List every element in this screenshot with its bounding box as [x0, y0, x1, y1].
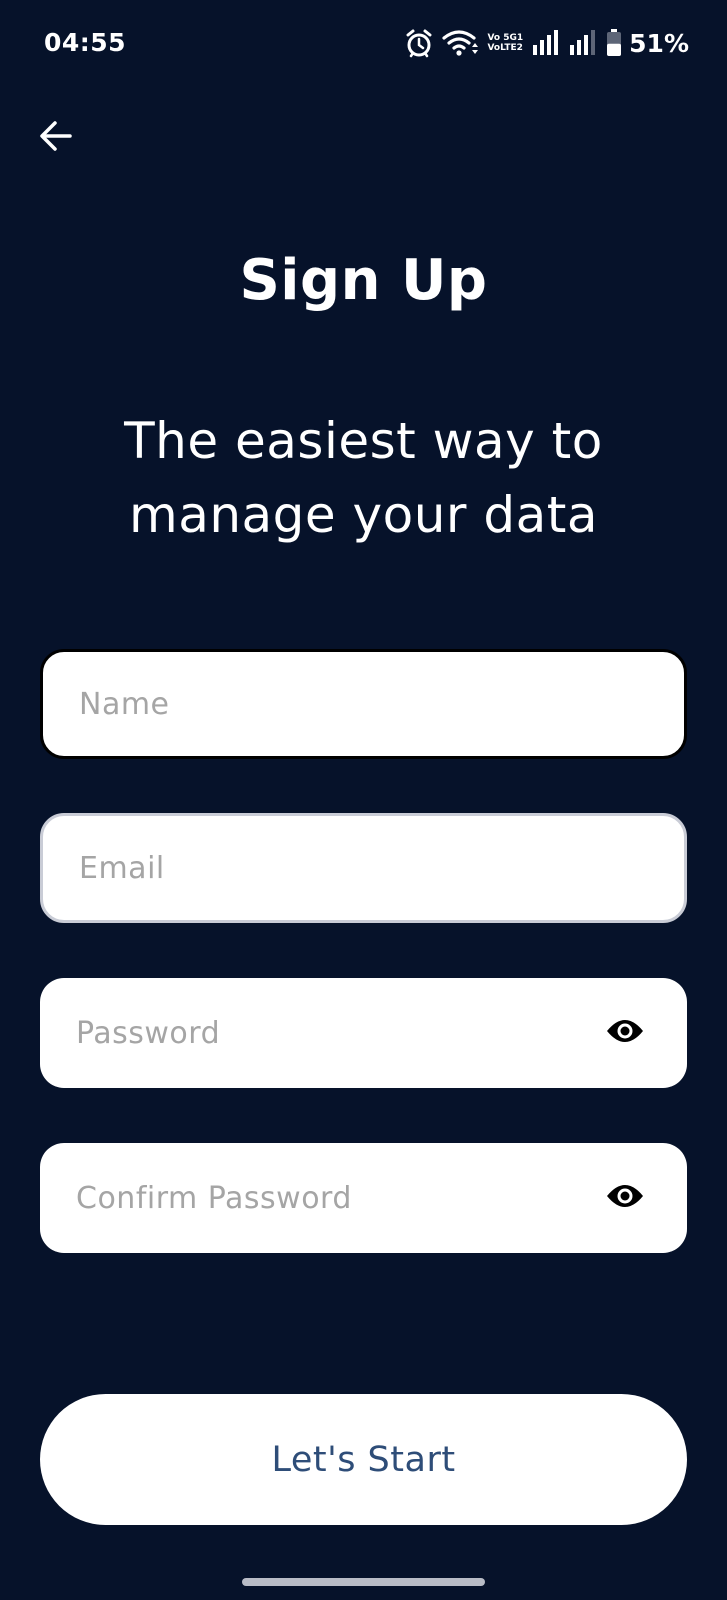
- name-field: [40, 649, 687, 759]
- confirm-password-input[interactable]: [76, 1180, 603, 1216]
- name-input[interactable]: [79, 686, 644, 722]
- lets-start-button[interactable]: Let's Start: [40, 1394, 687, 1525]
- status-time: 04:55: [44, 28, 127, 57]
- status-icons: Vo 5G1 VoLTE2 51%: [405, 26, 689, 60]
- battery-percent: 51%: [629, 28, 689, 58]
- volte-5g-icon: Vo 5G1 VoLTE2: [487, 33, 523, 53]
- status-bar: 04:55 Vo 5G1 VoLTE2 51%: [0, 0, 727, 88]
- wifi-icon: [442, 29, 479, 57]
- volte-top-label: Vo 5G1: [487, 33, 524, 43]
- email-input[interactable]: [79, 850, 644, 886]
- subtitle-line-1: The easiest way to: [124, 412, 603, 470]
- password-visibility-toggle[interactable]: [603, 1011, 647, 1055]
- email-field: [40, 813, 687, 923]
- eye-icon: [605, 1183, 645, 1213]
- back-button[interactable]: [30, 112, 82, 164]
- home-indicator[interactable]: [242, 1578, 485, 1586]
- alarm-icon: [405, 28, 433, 58]
- volte-bottom-label: VoLTE2: [487, 43, 523, 53]
- password-input[interactable]: [76, 1015, 603, 1051]
- sign-up-screen: 04:55 Vo 5G1 VoLTE2 51% Sign Up The easi…: [0, 0, 727, 1600]
- subtitle: The easiest way to manage your data: [60, 404, 667, 552]
- page-title: Sign Up: [239, 248, 488, 313]
- signal-icon: [569, 30, 597, 56]
- arrow-left-icon: [36, 116, 76, 160]
- confirm-password-field: [40, 1143, 687, 1253]
- battery-icon: [606, 29, 622, 57]
- eye-icon: [605, 1018, 645, 1048]
- signal-icon: [532, 30, 560, 56]
- subtitle-line-2: manage your data: [128, 486, 598, 544]
- password-field: [40, 978, 687, 1088]
- confirm-password-visibility-toggle[interactable]: [603, 1176, 647, 1220]
